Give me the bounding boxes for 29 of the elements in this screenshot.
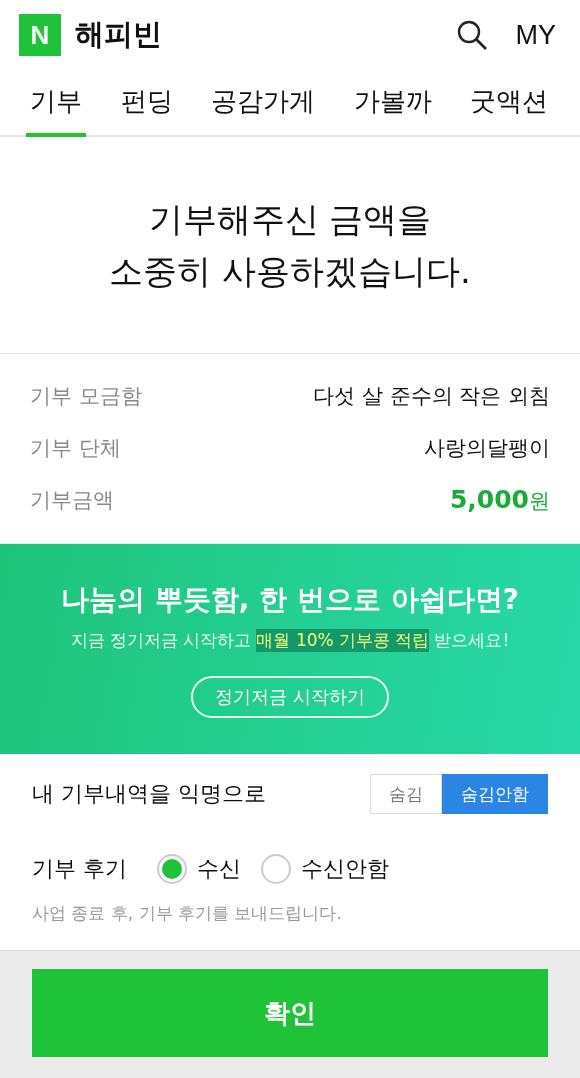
my-link[interactable]: MY [515,19,556,51]
search-icon[interactable] [455,19,488,51]
detail-label: 기부 단체 [30,435,121,462]
banner-title: 나눔의 뿌듯함, 한 번으로 아쉽다면? [61,581,519,618]
detail-value: 다섯 살 준수의 작은 외침 [313,383,550,410]
nav-tab[interactable]: 가볼까 [349,70,436,137]
nav-tab[interactable]: 펀딩 [116,70,177,137]
radio-button[interactable] [157,854,187,884]
review-label: 기부 후기 [32,855,127,883]
site-title: 해피빈 [75,16,162,53]
review-note: 사업 종료 후, 기부 후기를 보내드립니다. [32,902,343,925]
donation-amount: 5,000원 [449,485,550,515]
nav-tab[interactable]: 기부 [26,70,86,137]
detail-value: 사랑의달팽이 [424,435,550,462]
toggle-option[interactable]: 숨김 [370,774,442,814]
radio-label[interactable]: 수신안함 [301,854,389,884]
heading-text: 기부해주신 금액을 [148,198,432,241]
banner-highlight: 매월 10% 기부콩 적립 [256,628,430,652]
nav-tab[interactable]: 굿액션 [466,70,552,137]
anonymous-label: 내 기부내역을 익명으로 [32,780,266,808]
heading-text: 소중히 사용하겠습니다. [109,250,471,293]
radio-label[interactable]: 수신 [197,854,241,884]
toggle-option[interactable]: 숨김안함 [442,774,548,814]
banner-subtitle: 지금 정기저금 시작하고 [70,628,252,652]
detail-label: 기부 모금함 [30,383,142,410]
radio-button[interactable] [261,854,291,884]
banner-subtitle: 받으세요! [434,628,510,652]
nav-tab[interactable]: 공감가게 [207,70,319,137]
detail-label: 기부금액 [30,487,114,514]
